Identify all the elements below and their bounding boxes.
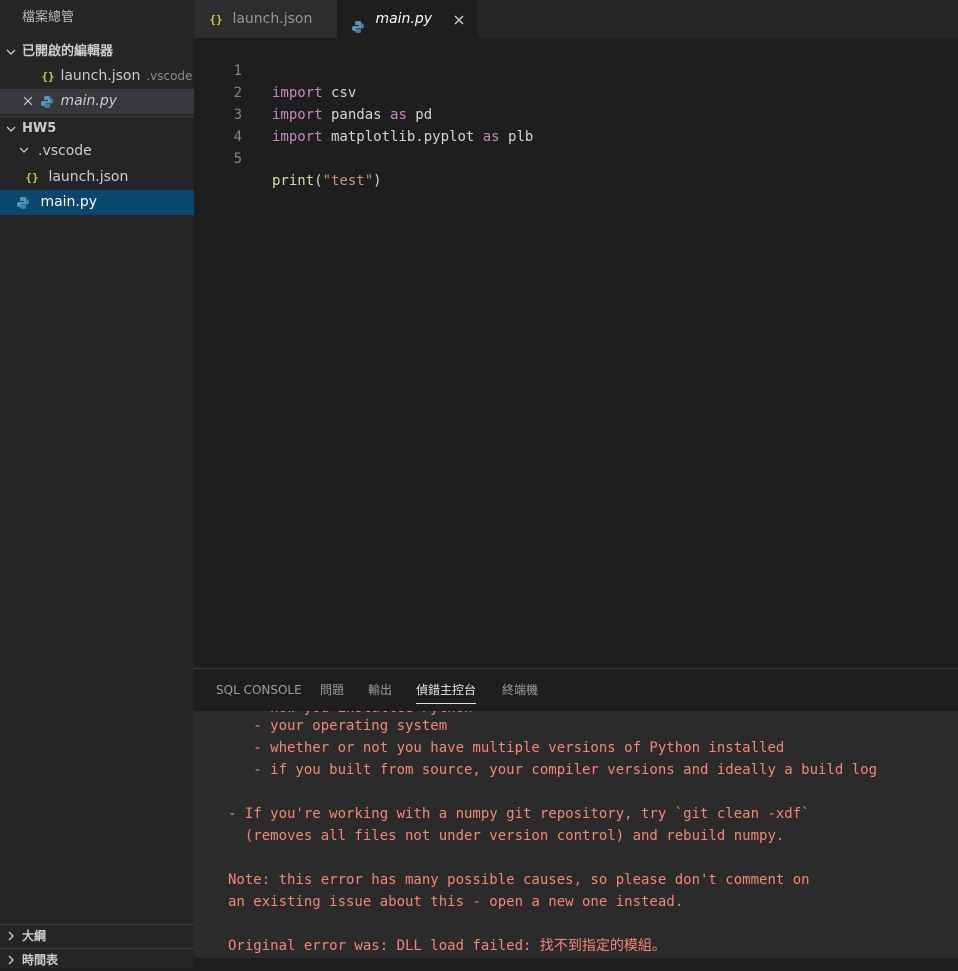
panel-tab-bar: SQL CONSOLE 問題 輸出 偵錯主控台 終端機: [194, 669, 958, 711]
tab-debug-console[interactable]: 偵錯主控台: [416, 669, 477, 711]
code-function: print: [272, 173, 315, 189]
console-line: Original error was: DLL load failed: 找不到…: [228, 938, 666, 954]
code-text: ): [373, 173, 382, 189]
tab-output[interactable]: 輸出: [368, 669, 392, 711]
python-file-icon: [40, 93, 56, 109]
json-file-icon: {}: [209, 13, 223, 26]
code-line: 3 import matplotlib.pyplot as plb: [194, 82, 534, 145]
explorer-sidebar: 檔案總管 已開啟的編輯器 {} launch.json .vscode main.…: [0, 0, 194, 968]
open-editors-label: 已開啟的編輯器: [22, 44, 114, 59]
chevron-down-icon: [19, 139, 29, 164]
open-editors-header[interactable]: 已開啟的編輯器: [0, 40, 194, 64]
open-editor-filename: main.py: [60, 93, 118, 109]
outline-label: 大綱: [22, 929, 47, 943]
code-text: pandas: [322, 107, 391, 123]
explorer-title: 檔案總管: [22, 10, 75, 25]
json-file-icon: {}: [41, 70, 55, 83]
code-line: 5 print("test"): [194, 126, 382, 189]
code-text: (: [314, 173, 323, 189]
code-text: pd: [406, 107, 433, 123]
tab-sql-console[interactable]: SQL CONSOLE: [216, 669, 302, 711]
file-launch-json[interactable]: {} launch.json: [0, 165, 194, 190]
close-icon[interactable]: [453, 0, 465, 38]
console-line: - If you're working with a numpy git rep…: [228, 806, 810, 822]
tab-launch-json[interactable]: {} launch.json: [194, 0, 337, 38]
tab-label: launch.json: [232, 11, 313, 27]
code-line: 1 import csv: [194, 38, 357, 101]
chevron-down-icon: [4, 117, 18, 141]
code-string: "test": [322, 173, 374, 189]
code-keyword: import: [272, 129, 323, 145]
code-line: 2 import pandas as pd: [194, 60, 433, 123]
code-keyword: import: [272, 85, 323, 101]
bottom-panel: SQL CONSOLE 問題 輸出 偵錯主控台 終端機 - how you in…: [194, 668, 958, 968]
timeline-label: 時間表: [22, 953, 59, 967]
code-line: 4: [194, 104, 242, 145]
timeline-section-header[interactable]: 時間表: [0, 948, 194, 970]
console-line: - your operating system: [228, 718, 448, 734]
python-file-icon: [16, 194, 32, 210]
file-label: launch.json: [48, 169, 129, 185]
console-line: Note: this error has many possible cause…: [228, 872, 810, 888]
file-label: main.py: [40, 194, 98, 210]
json-file-icon: {}: [25, 171, 39, 184]
code-editor[interactable]: 1 import csv 2 import pandas as pd 3 imp…: [194, 38, 958, 668]
tab-main-py[interactable]: main.py: [337, 0, 477, 38]
close-icon[interactable]: [22, 89, 34, 114]
code-keyword: import: [272, 107, 323, 123]
python-file-icon: [351, 11, 367, 33]
line-number: 5: [233, 151, 242, 167]
tab-label: main.py: [375, 11, 433, 27]
workspace-label: HW5: [22, 121, 57, 136]
console-line: an existing issue about this - open a ne…: [228, 894, 684, 910]
open-editor-launch-json[interactable]: {} launch.json .vscode: [0, 64, 194, 89]
console-line: - whether or not you have multiple versi…: [228, 740, 785, 756]
folder-label: .vscode: [38, 143, 92, 159]
console-line: (removes all files not under version con…: [228, 828, 785, 844]
open-editor-folder-desc: .vscode: [146, 69, 193, 83]
folder-vscode[interactable]: .vscode: [0, 139, 194, 164]
code-keyword: as: [482, 129, 500, 145]
debug-console-output[interactable]: - how you installed Python - your operat…: [194, 711, 958, 958]
tab-terminal[interactable]: 終端機: [502, 669, 538, 711]
code-text: plb: [499, 129, 534, 145]
console-line: - if you built from source, your compile…: [228, 762, 878, 778]
chevron-down-icon: [4, 40, 18, 64]
code-keyword: as: [390, 107, 407, 123]
open-editor-main-py[interactable]: main.py: [0, 89, 194, 114]
chevron-right-icon: [4, 925, 18, 947]
tab-problems[interactable]: 問題: [320, 669, 344, 711]
code-text: csv: [322, 85, 357, 101]
editor-tab-bar: {} launch.json main.py: [194, 0, 958, 38]
outline-section-header[interactable]: 大綱: [0, 924, 194, 946]
file-main-py[interactable]: main.py: [0, 190, 194, 215]
code-text: matplotlib.pyplot: [322, 129, 483, 145]
open-editor-filename: launch.json: [60, 68, 141, 84]
workspace-header[interactable]: HW5: [0, 116, 194, 140]
